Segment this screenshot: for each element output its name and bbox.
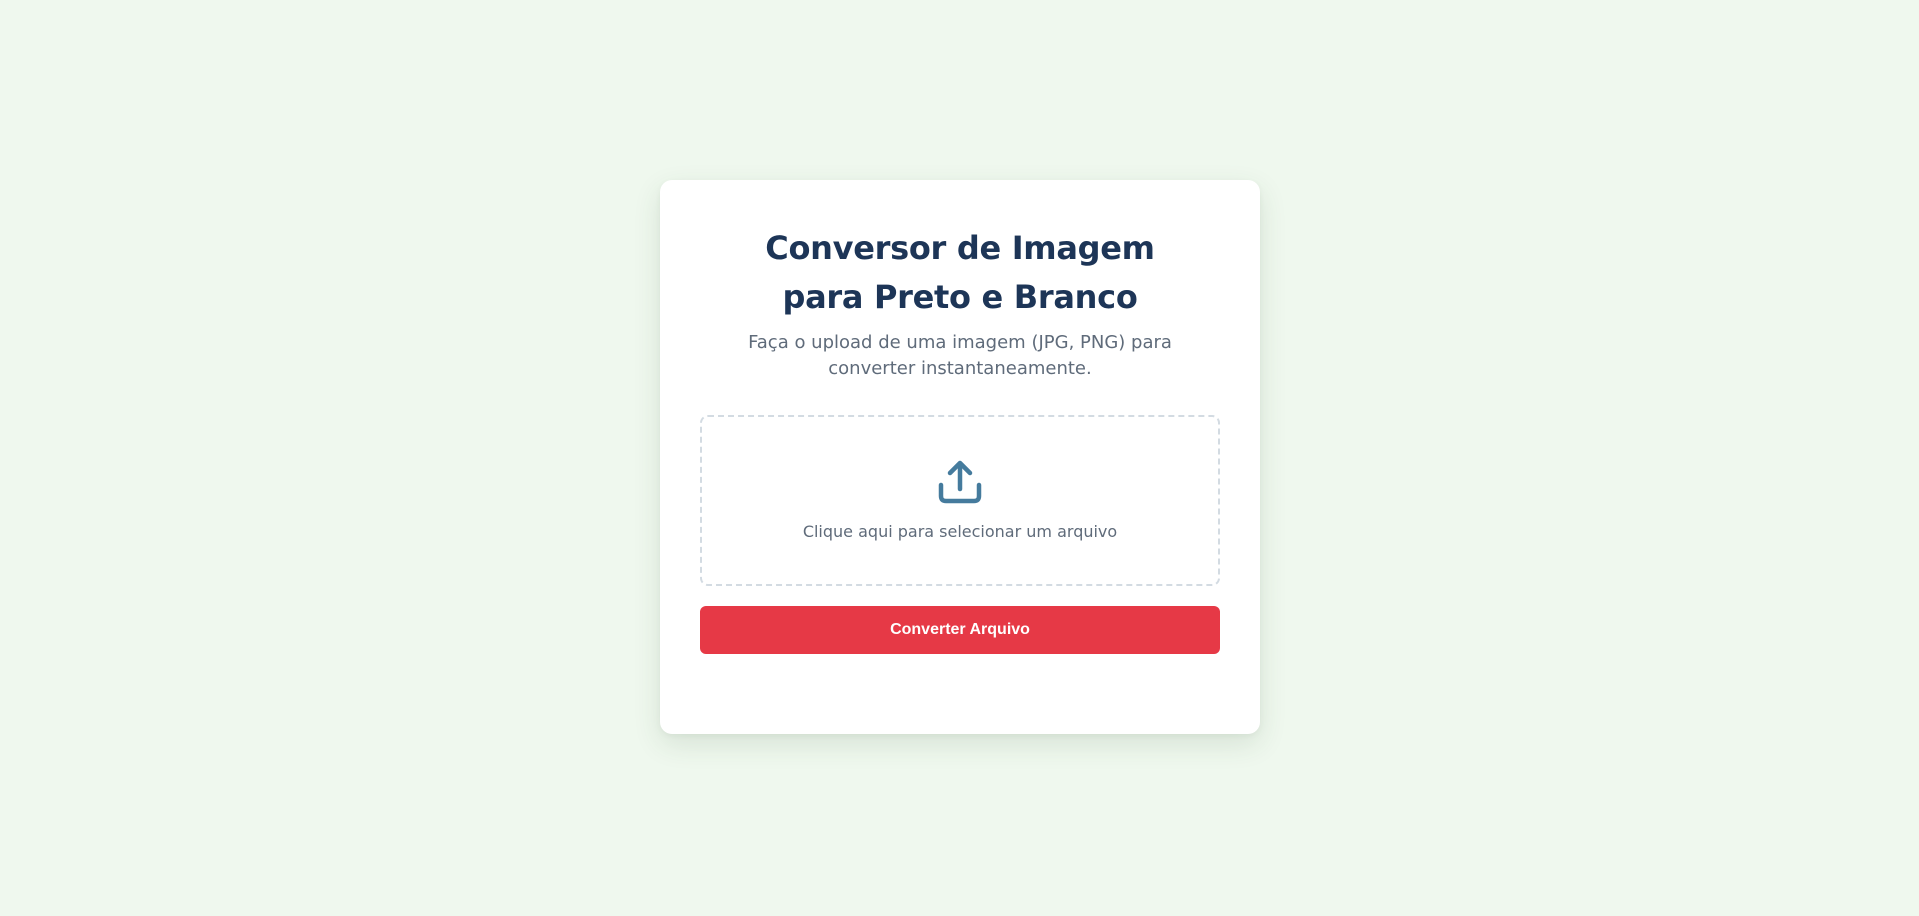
file-dropzone[interactable]: Clique aqui para selecionar um arquivo <box>700 415 1220 586</box>
upload-icon <box>938 460 982 504</box>
page-title: Conversor de Imagem para Preto e Branco <box>765 229 1155 316</box>
convert-button[interactable]: Converter Arquivo <box>700 606 1220 654</box>
dropzone-label: Clique aqui para selecionar um arquivo <box>802 522 1118 541</box>
converter-card: Conversor de Imagem para Preto e Branco … <box>660 180 1260 734</box>
page-subtitle: Faça o upload de uma imagem (JPG, PNG) p… <box>748 332 1172 379</box>
